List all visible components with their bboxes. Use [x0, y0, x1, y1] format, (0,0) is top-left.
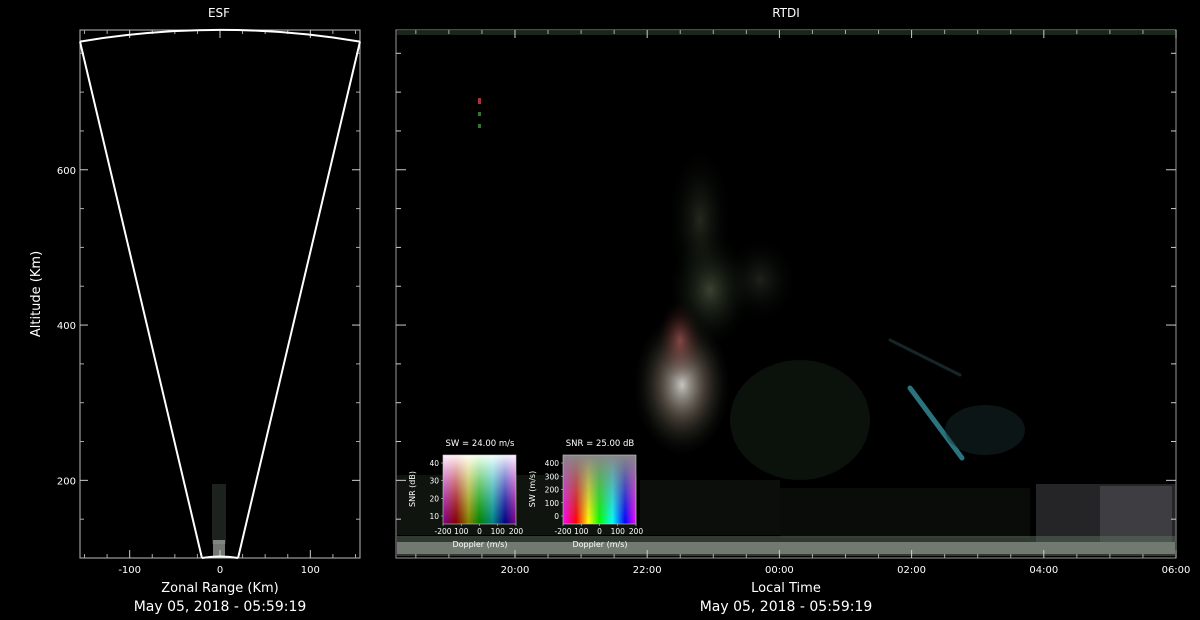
esf-xtick-label: 0: [217, 565, 223, 576]
esf-ytick-label: 600: [57, 166, 76, 177]
colorbar-xtick-label: -200: [554, 527, 571, 536]
colorbar-sw-ylabel: SNR (dB): [408, 471, 417, 507]
esf-timestamp: May 05, 2018 - 05:59:19: [134, 599, 307, 615]
colorbar-xtick-label: 100: [454, 527, 469, 536]
colorbar-xtick-label: 200: [509, 527, 524, 536]
colorbar-ytick-label: 400: [545, 459, 560, 468]
esf-plot-frame: [79, 29, 361, 559]
esf-title: ESF: [208, 6, 230, 20]
esf-xtick-label: -100: [118, 565, 141, 576]
colorbar-ytick-label: 40: [429, 459, 439, 468]
esf-ytick-label: 200: [57, 476, 76, 487]
colorbar-ytick-label: 0: [554, 512, 559, 521]
rtdi-xlabel: Local Time: [751, 581, 821, 596]
colorbar-xtick-label: 100: [491, 527, 506, 536]
esf-echo: [212, 484, 226, 556]
colorbar-sw-title: SW = 24.00 m/s: [446, 439, 516, 449]
colorbar-snr-xlabel: Doppler (m/s): [572, 540, 627, 549]
rtdi-timestamp: May 05, 2018 - 05:59:19: [700, 599, 873, 615]
colorbar-snr-title: SNR = 25.00 dB: [566, 439, 635, 449]
colorbar-ytick-label: 100: [545, 499, 560, 508]
colorbar-sw-xlabel: Doppler (m/s): [452, 540, 507, 549]
colorbar-ytick-label: 30: [429, 477, 439, 486]
esf-ytick-label: 400: [57, 321, 76, 332]
rtdi-title: RTDI: [772, 6, 800, 20]
colorbar-xtick-label: 200: [629, 527, 644, 536]
colorbar-ytick-label: 200: [545, 486, 560, 495]
colorbar-ytick-label: 10: [429, 512, 439, 521]
rtdi-panel: RTDI 20:00 22:00 00:00 02:00 04:00 06:00: [395, 6, 1191, 615]
rtdi-xtick-label: 02:00: [897, 565, 926, 576]
colorbar-ytick-label: 20: [429, 494, 439, 503]
colorbar-xtick-label: 100: [574, 527, 589, 536]
rtdi-xtick-label: 04:00: [1029, 565, 1058, 576]
figure-canvas: ESF 200400600-100 0 100 Altitude (Km) Zona…: [29, 6, 1191, 615]
rtdi-xtick-label: 00:00: [765, 565, 794, 576]
esf-xlabel: Zonal Range (Km): [161, 581, 278, 596]
colorbar-ytick-label: 300: [545, 472, 560, 481]
colorbar-xtick-label: 0: [597, 527, 602, 536]
colorbar-snr-ylabel: SW (m/s): [528, 471, 537, 507]
esf-xtick-label: 100: [301, 565, 320, 576]
esf-panel: ESF 200 400 600 -100 0 100 Altitude (Km) Zona…: [29, 6, 361, 615]
colorbar-xtick-label: 0: [477, 527, 482, 536]
rtdi-xtick-label: 06:00: [1162, 565, 1191, 576]
colorbar-snr-fade: [563, 455, 636, 524]
colorbar-xtick-label: 100: [611, 527, 626, 536]
colorbar-xtick-label: -200: [434, 527, 451, 536]
rtdi-xtick-label: 20:00: [501, 565, 530, 576]
rtdi-xtick-label: 22:00: [633, 565, 662, 576]
esf-ylabel: Altitude (Km): [29, 251, 44, 337]
